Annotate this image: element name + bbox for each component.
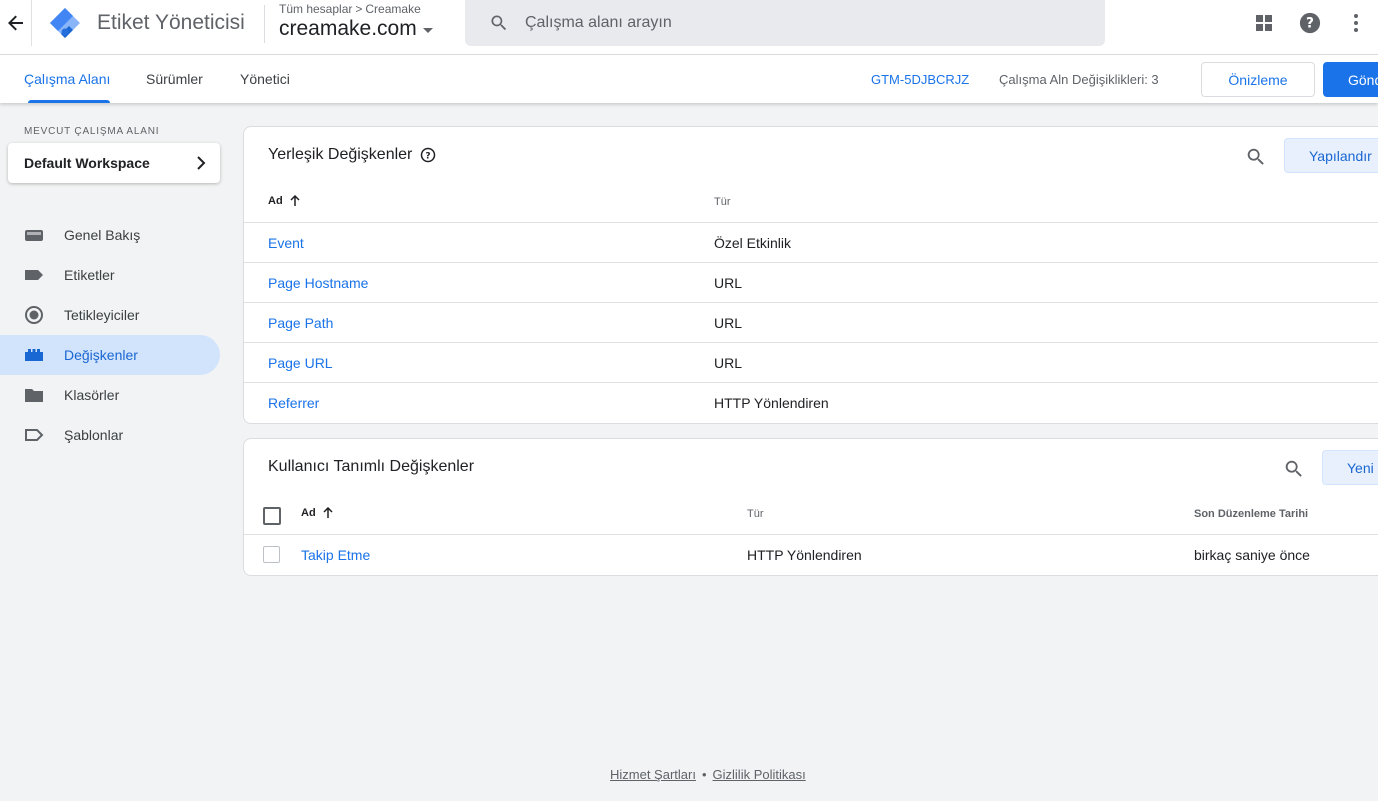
configure-button[interactable]: Yapılandır: [1284, 138, 1378, 173]
sidebar-item-overview[interactable]: Genel Bakış: [0, 215, 220, 255]
sidebar-item-label: Genel Bakış: [64, 227, 141, 243]
workspace-selector[interactable]: Default Workspace: [8, 143, 220, 183]
template-icon: [24, 425, 44, 445]
builtin-variables-header: Yerleşik Değişkenler ?: [268, 146, 436, 164]
sidebar-item-folders[interactable]: Klasörler: [0, 375, 220, 415]
table-row[interactable]: Page URL URL: [244, 342, 1378, 382]
search-icon: [491, 15, 507, 31]
table-row[interactable]: Event Özel Etkinlik: [244, 222, 1378, 262]
header-divider: [264, 5, 265, 43]
tag-manager-logo: [49, 7, 81, 39]
app-title: Etiket Yöneticisi: [97, 11, 245, 34]
variable-type: URL: [714, 275, 743, 291]
sub-navigation: Çalışma Alanı Sürümler Yönetici GTM-5DJB…: [0, 55, 1378, 103]
variable-type: HTTP Yönlendiren: [714, 395, 829, 411]
overview-icon: [24, 225, 44, 245]
select-all-checkbox[interactable]: [263, 507, 281, 525]
column-header-label: Ad: [268, 195, 283, 207]
submit-button[interactable]: Gönd: [1323, 62, 1378, 97]
folder-icon: [24, 385, 44, 405]
search-icon[interactable]: [1283, 458, 1305, 485]
more-vert-icon[interactable]: [1344, 11, 1368, 35]
sidebar-item-label: Şablonlar: [64, 427, 124, 443]
variable-type: Özel Etkinlik: [714, 235, 792, 251]
table-row[interactable]: Page Path URL: [244, 302, 1378, 342]
sidebar-item-label: Etiketler: [64, 267, 115, 283]
variable-name-link[interactable]: Referrer: [268, 395, 319, 411]
user-defined-variables-card: Kullanıcı Tanımlı Değişkenler Yeni Ad Tü…: [243, 438, 1378, 576]
privacy-link[interactable]: Gizlilik Politikası: [713, 767, 806, 782]
help-outline-icon[interactable]: ?: [420, 147, 436, 163]
breadcrumb[interactable]: Tüm hesaplar > Creamake: [279, 2, 421, 16]
top-right-icons: ?: [1252, 11, 1368, 35]
help-icon[interactable]: ?: [1298, 11, 1322, 35]
variable-name-link[interactable]: Takip Etme: [301, 547, 370, 563]
tab-versions[interactable]: Sürümler: [146, 55, 203, 103]
top-bar: Etiket Yöneticisi Tüm hesaplar > Creamake …: [0, 0, 1378, 55]
container-name: creamake.com: [279, 17, 417, 40]
table-row[interactable]: Page Hostname URL: [244, 262, 1378, 302]
variable-type: URL: [714, 355, 743, 371]
table-row[interactable]: Referrer HTTP Yönlendiren: [244, 382, 1378, 422]
tag-icon: [24, 265, 44, 285]
workspace-label: MEVCUT ÇALIŞMA ALANI: [24, 126, 160, 137]
breadcrumb-separator: >: [355, 2, 363, 16]
search-icon[interactable]: [1245, 146, 1267, 173]
variable-name-link[interactable]: Page Hostname: [268, 275, 368, 291]
footer: Hizmet Şartları • Gizlilik Politikası: [610, 767, 806, 782]
terms-link[interactable]: Hizmet Şartları: [610, 767, 696, 782]
svg-text:?: ?: [426, 152, 431, 162]
sidebar-item-tags[interactable]: Etiketler: [0, 255, 220, 295]
variable-name-link[interactable]: Page URL: [268, 355, 333, 371]
builtin-variables-card: Yerleşik Değişkenler ? Yapılandır Ad Tür…: [243, 126, 1378, 424]
search-input[interactable]: [525, 14, 1065, 32]
new-variable-button[interactable]: Yeni: [1322, 450, 1378, 485]
apps-grid-icon[interactable]: [1252, 11, 1276, 35]
builtin-variables-title: Yerleşik Değişkenler: [268, 146, 413, 163]
column-header-last-edited[interactable]: Son Düzenleme Tarihi: [1194, 508, 1308, 520]
footer-separator: •: [701, 767, 707, 782]
variable-name-link[interactable]: Page Path: [268, 315, 333, 331]
variable-type: HTTP Yönlendiren: [747, 547, 862, 563]
sidebar-item-templates[interactable]: Şablonlar: [0, 415, 220, 455]
column-header-label: Ad: [301, 507, 316, 519]
column-header-type[interactable]: Tür: [747, 508, 764, 520]
container-id[interactable]: GTM-5DJBCRJZ: [871, 72, 969, 87]
tab-admin[interactable]: Yönetici: [240, 55, 290, 103]
arrow-up-icon: [290, 195, 300, 206]
chevron-right-icon: [197, 156, 206, 170]
sidebar-nav: Genel Bakış Etiketler Tetikleyiciler Değ…: [0, 215, 220, 455]
workspace-name: Default Workspace: [24, 155, 150, 171]
tab-workspace[interactable]: Çalışma Alanı: [24, 55, 111, 103]
variable-name-link[interactable]: Event: [268, 235, 304, 251]
workspace-changes: Çalışma Aln Değişiklikleri: 3: [999, 72, 1159, 87]
back-arrow-icon[interactable]: [0, 0, 32, 46]
sidebar-item-label: Değişkenler: [64, 347, 138, 363]
container-selector[interactable]: creamake.com: [279, 17, 433, 41]
last-edited: birkaç saniye önce: [1194, 547, 1310, 563]
workspace-search[interactable]: [465, 0, 1105, 46]
column-header-type[interactable]: Tür: [714, 196, 731, 208]
svg-text:?: ?: [1306, 16, 1314, 32]
variables-icon: [24, 345, 44, 365]
caret-down-icon: [422, 28, 433, 33]
sidebar-item-label: Klasörler: [64, 387, 120, 403]
sidebar-item-label: Tetikleyiciler: [64, 307, 140, 323]
row-checkbox[interactable]: [263, 546, 280, 563]
sidebar-item-triggers[interactable]: Tetikleyiciler: [0, 295, 220, 335]
breadcrumb-all-accounts[interactable]: Tüm hesaplar: [279, 2, 352, 16]
column-header-name[interactable]: Ad: [268, 195, 301, 207]
variable-type: URL: [714, 315, 743, 331]
sidebar-item-variables[interactable]: Değişkenler: [0, 335, 220, 375]
column-header-name[interactable]: Ad: [301, 507, 334, 519]
table-row[interactable]: Takip Etme HTTP Yönlendiren birkaç saniy…: [244, 534, 1378, 574]
arrow-up-icon: [323, 507, 333, 518]
user-defined-variables-title: Kullanıcı Tanımlı Değişkenler: [268, 458, 475, 475]
breadcrumb-account[interactable]: Creamake: [365, 2, 420, 16]
trigger-icon: [24, 305, 44, 325]
preview-button[interactable]: Önizleme: [1201, 62, 1315, 97]
